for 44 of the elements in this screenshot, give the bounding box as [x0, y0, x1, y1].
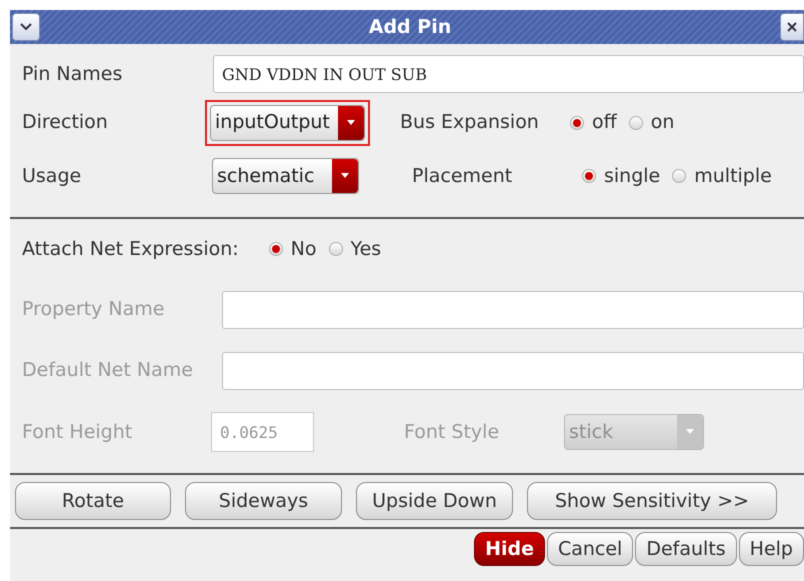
caret-icon [677, 415, 703, 449]
radio-label: single [604, 164, 660, 189]
chevron-down-icon [20, 23, 32, 31]
caret-icon [338, 106, 364, 140]
radio-button[interactable] [328, 242, 343, 256]
radio-label: No [290, 236, 317, 262]
field-label: Font Height [22, 420, 134, 445]
field-label: Property Name [22, 297, 166, 322]
button[interactable]: Defaults [635, 532, 737, 566]
radio-label: on [650, 110, 674, 136]
field-label: Bus Expansion [400, 110, 540, 136]
window-title: Add Pin [368, 14, 452, 40]
button[interactable]: Cancel [546, 532, 634, 566]
button[interactable]: Sideways [185, 482, 342, 520]
field-label: Pin Names [22, 62, 124, 87]
button[interactable]: Show Sensitivity >> [527, 482, 777, 520]
radio-button[interactable] [628, 116, 643, 130]
radio-label: Yes [350, 236, 382, 262]
radio-button[interactable] [570, 116, 584, 130]
menu-button[interactable] [12, 13, 40, 41]
field-label: Font Style [404, 420, 500, 445]
button[interactable]: Help [738, 532, 804, 566]
button[interactable]: Upside Down [356, 482, 513, 520]
close-button[interactable] [780, 13, 804, 41]
radio-label: off [592, 110, 617, 136]
pin-names-field[interactable]: GND VDDN IN OUT SUB [213, 55, 804, 93]
radio-button[interactable] [582, 169, 596, 183]
field-label: Attach Net Expression: [22, 236, 239, 262]
field-label: Direction [22, 110, 109, 136]
dropdown[interactable]: schematic [212, 158, 359, 194]
dropdown-value: inputOutput [214, 110, 331, 136]
radio-label: multiple [694, 164, 772, 189]
dropdown[interactable]: inputOutput [210, 104, 365, 140]
close-icon [787, 22, 797, 32]
button[interactable]: Hide [474, 532, 545, 566]
field-label: Usage [22, 164, 82, 189]
button[interactable]: Rotate [15, 482, 171, 520]
field-label: Placement [412, 164, 514, 189]
radio-button[interactable] [268, 242, 283, 256]
radio-button[interactable] [672, 169, 686, 183]
dropdown-value: schematic [216, 164, 316, 189]
dropdown-value: stick [568, 420, 614, 445]
field-label: Default Net Name [22, 358, 194, 384]
caret-icon [332, 159, 358, 193]
